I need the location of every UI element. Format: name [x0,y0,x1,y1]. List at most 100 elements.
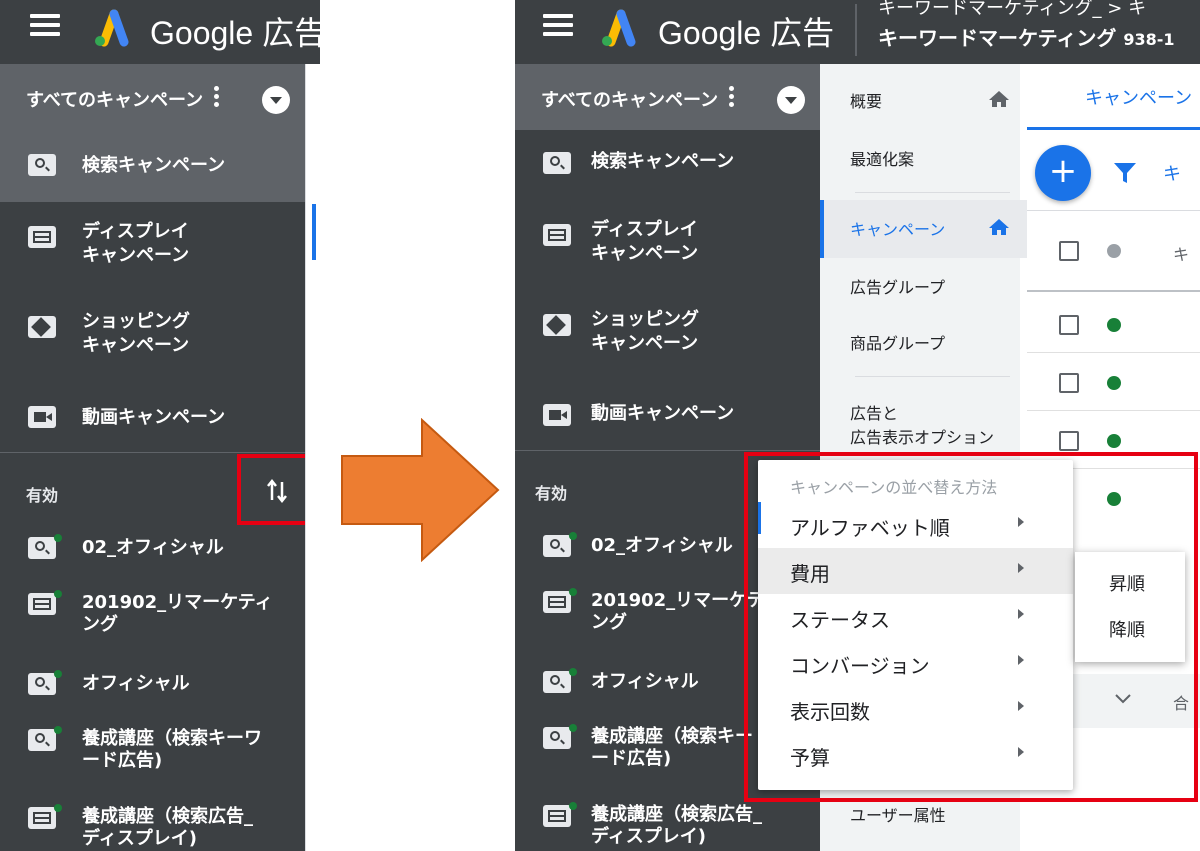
campaign-selector-label: すべてのキャンペーン [26,90,204,111]
home-icon [989,219,1009,235]
display-icon [28,226,56,248]
sidebar-type-label: ディスプレイ キャンペーン [82,221,190,266]
sidebar-type-search[interactable]: 検索キャンペーン [0,130,305,202]
status-dot [54,590,62,598]
campaign-sidebar: すべてのキャンペーン 検索キャンペーン ディスプレイ キャンペーン ショッピングキ… [0,64,313,851]
search-icon [28,154,56,176]
sidebar-type-label: 動画キャンペーン [82,407,226,428]
campaign-label: 養成講座（検索キー ード広告) [591,726,753,769]
menu-icon[interactable] [543,14,573,40]
sidebar-type-video[interactable]: 動画キャンペーン [0,398,305,438]
dropdown-icon[interactable] [262,86,290,114]
campaign-selector[interactable]: すべてのキャンペーン [515,64,820,130]
sidebar-type-label: ショッピング キャンペーン [591,309,699,354]
status-dot [1107,318,1121,332]
top-app-bar: Google 広告 キーワードマーケティング_ > キ キーワードマーケティング… [515,0,1200,64]
nav-item-campaigns[interactable]: キャンペーン [850,216,945,240]
app-brand: Google 広告 [658,15,835,51]
status-dot [54,534,62,542]
campaign-item[interactable]: 養成講座（検索広告_ ディスプレイ) [515,802,820,851]
app-brand: Google 広告 [150,15,320,51]
campaign-label: 養成講座（検索広告_ ディスプレイ) [591,804,762,847]
divider [515,450,820,451]
row-checkbox[interactable] [1059,315,1079,335]
sidebar-type-label: 検索キャンペーン [591,151,735,172]
google-ads-logo-icon [602,9,636,47]
display-icon [543,805,571,827]
sidebar-type-label: 動画キャンペーン [591,403,735,424]
more-options-icon[interactable] [729,86,735,110]
divider [855,192,1010,193]
display-icon [543,591,571,613]
shopping-tag-icon [543,314,571,336]
sidebar-type-display[interactable]: ディスプレイ キャンペーン [515,214,820,274]
account-breadcrumb[interactable]: キーワードマーケティング_ > キ [878,0,1146,20]
highlight-box [237,454,313,525]
campaign-item[interactable]: 養成講座（検索キーワ ード広告) [0,726,305,776]
nav-item-product-groups[interactable]: 商品グループ [850,330,945,354]
display-icon [543,224,571,246]
top-app-bar: Google 広告 [0,0,320,64]
sidebar-type-display[interactable]: ディスプレイ キャンペーン [0,214,305,274]
campaign-item[interactable]: オフィシャル [0,670,305,700]
sidebar-scroll-gutter [305,64,320,851]
campaign-label: 養成講座（検索キーワ ード広告) [82,728,262,771]
filter-label[interactable]: キ [1163,160,1181,186]
highlight-box [744,452,1198,802]
divider [1027,352,1200,353]
video-icon [543,404,571,426]
video-icon [28,406,56,428]
status-dot [569,668,577,676]
filter-icon[interactable] [1113,162,1137,184]
nav-item-ad-groups[interactable]: 広告グループ [850,274,945,298]
campaign-item[interactable]: 201902_リマーケティ ング [0,590,305,640]
table-header: キ [1027,210,1200,292]
divider [1027,410,1200,411]
nav-item-demographics[interactable]: ユーザー属性 [850,802,946,826]
campaign-label: 02_オフィシャル [82,537,224,558]
sidebar-type-label: ショッピング キャンペーン [82,311,190,356]
column-header[interactable]: キ [1173,241,1189,265]
sidebar-type-search[interactable]: 検索キャンペーン [515,150,820,190]
status-dot [54,804,62,812]
dropdown-icon[interactable] [777,86,805,114]
scrollbar-thumb[interactable] [312,204,316,260]
select-all-checkbox[interactable] [1059,241,1079,261]
tab-campaigns[interactable]: キャンペーン [1027,64,1200,130]
nav-item-recommendations[interactable]: 最適化案 [850,146,914,170]
section-label-active: 有効 [535,484,568,503]
home-icon [989,91,1009,107]
row-checkbox[interactable] [1059,431,1079,451]
sidebar-type-label: 検索キャンペーン [82,155,226,176]
sidebar-type-label: ディスプレイ キャンペーン [591,219,699,264]
divider [855,4,857,56]
status-dot [569,724,577,732]
menu-icon[interactable] [30,14,60,40]
divider [0,452,305,453]
campaign-item[interactable]: 02_オフィシャル [0,534,305,564]
transition-arrow-icon [341,418,500,562]
shopping-tag-icon [28,316,56,338]
more-options-icon[interactable] [214,86,220,110]
search-icon [28,537,56,559]
status-dot [1107,376,1121,390]
campaign-selector[interactable]: すべてのキャンペーン [0,64,305,130]
nav-item-overview[interactable]: 概要 [850,88,882,112]
status-dot [54,726,62,734]
sidebar-type-shopping[interactable]: ショッピング キャンペーン [515,304,820,364]
campaign-label: 201902_リマーケテ ング [591,590,765,633]
campaign-label: オフィシャル [82,673,190,694]
sidebar-type-shopping[interactable]: ショッピング キャンペーン [0,304,305,364]
status-header-icon [1107,244,1121,258]
campaign-item[interactable]: 養成講座（検索広告_ ディスプレイ) [0,804,305,851]
nav-item-ads-extensions[interactable]: 広告と 広告表示オプション [850,400,994,448]
campaign-label: 201902_リマーケティ ング [82,592,273,635]
display-icon [28,593,56,615]
row-checkbox[interactable] [1059,373,1079,393]
sidebar-type-video[interactable]: 動画キャンペーン [515,398,820,438]
display-icon [28,807,56,829]
campaign-label: 02_オフィシャル [591,535,733,556]
campaign-label: 養成講座（検索広告_ ディスプレイ) [82,806,253,849]
add-button[interactable]: + [1035,145,1091,201]
status-dot [569,532,577,540]
